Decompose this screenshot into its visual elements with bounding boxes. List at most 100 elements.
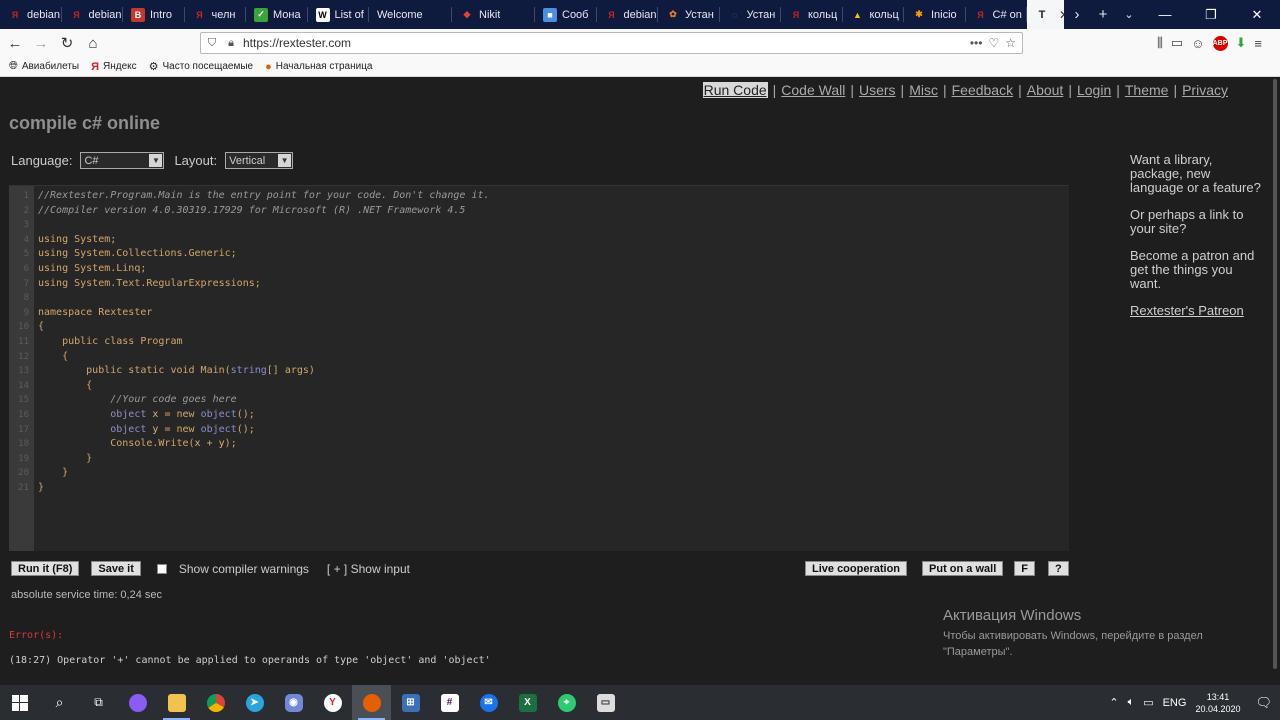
cortana-icon[interactable] [118, 685, 157, 720]
browser-tab[interactable]: ✱ Inicio [904, 0, 966, 29]
shield-icon[interactable]: ⛉ [201, 37, 223, 50]
network-app-icon[interactable]: ⊞ [391, 685, 430, 720]
thunderbird-icon[interactable]: ✉ [469, 685, 508, 720]
scrollbar-thumb[interactable] [1273, 79, 1277, 669]
new-tab-icon[interactable]: + [1090, 6, 1116, 23]
browser-tab[interactable]: Яdebian [62, 0, 124, 29]
save-button[interactable]: Save it [91, 561, 141, 576]
remote-desktop-icon[interactable]: ▭ [586, 685, 625, 720]
clock[interactable]: 13:41 20.04.2020 [1195, 691, 1240, 715]
forward-icon[interactable]: → [28, 31, 54, 55]
language-select[interactable]: C# ▼ [80, 152, 165, 169]
reload-icon[interactable]: ↻ [54, 31, 80, 55]
browser-tab[interactable]: B Intro [123, 0, 185, 29]
nav-link-theme[interactable]: Theme [1125, 82, 1169, 98]
back-icon[interactable]: ← [2, 31, 28, 55]
browser-tab[interactable]: ◆ Nikit [452, 0, 535, 29]
tab-scroll-right-icon[interactable]: › [1064, 6, 1090, 23]
download-icon[interactable]: ⬇ [1236, 35, 1247, 51]
file-explorer-icon[interactable] [157, 685, 196, 720]
live-cooperation-button[interactable]: Live cooperation [805, 561, 908, 576]
run-button[interactable]: Run it (F8) [11, 561, 80, 576]
browser-tab[interactable]: ■ Сооб [535, 0, 597, 29]
browser-tab[interactable]: W List of [308, 0, 370, 29]
line-number: 15 [18, 395, 29, 406]
address-bar[interactable]: ⛉ 🔒︎ https://rextester.com ••• ♡ ☆ [200, 32, 1023, 54]
browser-tab[interactable]: Яdebian [597, 0, 659, 29]
f-button[interactable]: F [1014, 561, 1035, 576]
search-icon[interactable]: ⌕ [40, 685, 79, 720]
browser-tab[interactable]: Я C# on [966, 0, 1028, 29]
task-view-icon[interactable]: ⧉ [79, 685, 118, 720]
browser-tab[interactable]: Яdebian [0, 0, 62, 29]
bookmark-item[interactable]: Я Яндекс [91, 61, 137, 73]
page-scrollbar[interactable] [1270, 77, 1280, 685]
nav-link-misc[interactable]: Misc [909, 82, 938, 98]
nav-link-login[interactable]: Login [1077, 82, 1111, 98]
browser-tab[interactable]: ▲ кольц [843, 0, 905, 29]
help-button[interactable]: ? [1048, 561, 1069, 576]
start-icon[interactable] [0, 685, 40, 720]
put-on-wall-button[interactable]: Put on a wall [922, 561, 1004, 576]
pocket-icon[interactable]: ♡ [988, 36, 999, 50]
patreon-link[interactable]: Rextester's Patreon [1130, 303, 1244, 318]
show-warnings-checkbox[interactable] [156, 563, 167, 574]
code-text: } [38, 467, 69, 479]
tab-title: Устан [746, 8, 776, 21]
browser-tab[interactable]: Якольц [781, 0, 843, 29]
nav-link-users[interactable]: Users [859, 82, 896, 98]
close-tab-icon[interactable]: ✕ [1059, 8, 1064, 22]
nav-link-run-code[interactable]: Run Code [702, 82, 768, 98]
browser-tab[interactable]: Welcome [369, 0, 452, 29]
volume-icon[interactable]: 🔈︎ [1128, 696, 1135, 709]
tray-overflow-icon[interactable]: ⌃ [1109, 696, 1118, 709]
line-number: 21 [18, 482, 29, 493]
sidebar-icon[interactable]: ▭ [1171, 35, 1183, 51]
code-editor[interactable]: 1 //Rextester.Program.Main is the entry p… [9, 185, 1069, 551]
discord-icon[interactable]: ◉ [274, 685, 313, 720]
yandex-browser-icon[interactable]: Y [313, 685, 352, 720]
notifications-icon[interactable]: 🗨︎ [1255, 695, 1272, 711]
telegram-icon[interactable]: ➤ [235, 685, 274, 720]
browser-tab[interactable]: Ячелн [185, 0, 247, 29]
active-tab[interactable]: T co ✕ [1027, 0, 1064, 29]
browser-tab[interactable]: ✓ Мона [246, 0, 308, 29]
firefox-icon[interactable] [352, 685, 391, 720]
library-icon[interactable]: ⫼ [1157, 35, 1163, 51]
slack-icon[interactable]: # [430, 685, 469, 720]
browser-tab[interactable]: ◌ Устан [720, 0, 782, 29]
map-pin-icon[interactable]: ⌖ [547, 685, 586, 720]
nav-link-feedback[interactable]: Feedback [952, 82, 1013, 98]
tab-list-icon[interactable]: ⌄ [1116, 8, 1142, 21]
nav-link-privacy[interactable]: Privacy [1182, 82, 1228, 98]
bookmark-item[interactable]: ⚙ Часто посещаемые [149, 60, 253, 73]
bookmark-item[interactable]: ● Начальная страница [265, 61, 372, 73]
nav-separator: | [1018, 82, 1022, 98]
tab-title: Сооб [562, 8, 589, 21]
chrome-icon[interactable] [196, 685, 235, 720]
menu-icon[interactable]: ≡ [1254, 36, 1262, 51]
home-icon[interactable]: ⌂ [80, 31, 106, 55]
account-icon[interactable]: ☺ [1191, 36, 1204, 51]
nav-link-code-wall[interactable]: Code Wall [781, 82, 845, 98]
show-input-toggle[interactable]: [ + ] Show input [327, 562, 410, 576]
bookmark-item[interactable]: 🌐︎ Авиабилеты [9, 60, 79, 73]
maximize-icon[interactable]: ❐ [1188, 0, 1234, 29]
layout-select[interactable]: Vertical ▼ [225, 152, 294, 169]
excel-icon[interactable]: X [508, 685, 547, 720]
network-icon[interactable]: ▭ [1143, 696, 1153, 709]
tab-title: Мона [273, 8, 301, 21]
minimize-icon[interactable]: — [1142, 0, 1188, 29]
adblock-icon[interactable]: ABP [1212, 35, 1228, 51]
language-indicator[interactable]: ENG [1163, 697, 1187, 709]
line-number: 6 [23, 263, 29, 274]
close-window-icon[interactable]: ✕ [1234, 0, 1280, 29]
line-number: 17 [18, 424, 29, 435]
language-value: C# [84, 154, 99, 167]
browser-tab[interactable]: ✿ Устан [658, 0, 720, 29]
nav-separator: | [772, 82, 777, 98]
lock-icon[interactable]: 🔒︎ [223, 37, 239, 50]
bookmark-star-icon[interactable]: ☆ [1005, 36, 1016, 50]
nav-link-about[interactable]: About [1027, 82, 1064, 98]
page-actions-icon[interactable]: ••• [970, 36, 983, 50]
